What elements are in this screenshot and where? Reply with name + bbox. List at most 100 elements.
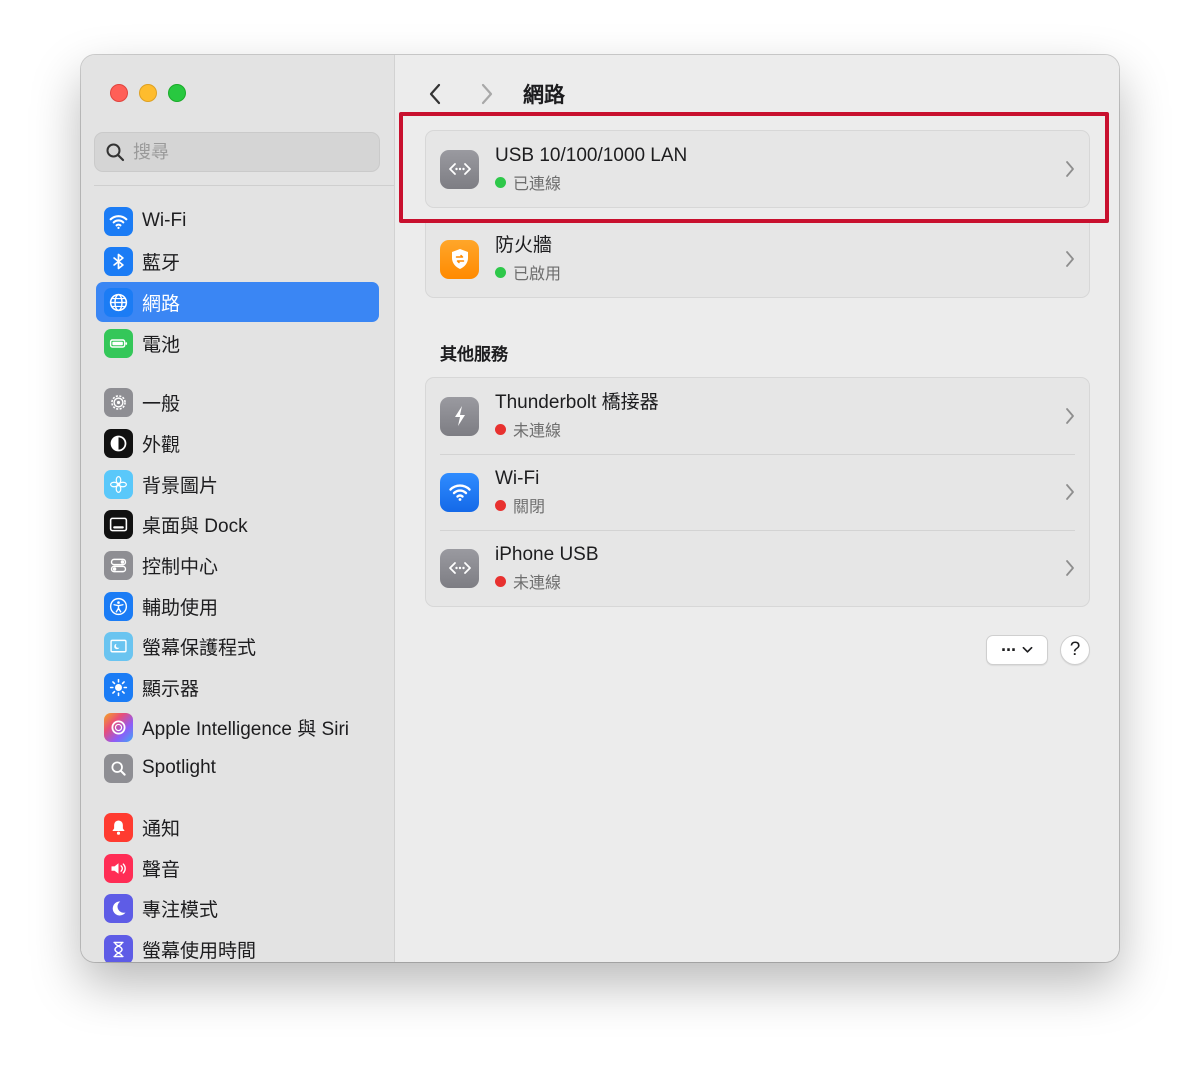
service-text: Wi-Fi 關閉 (495, 467, 545, 517)
sidebar-item-control-center[interactable]: 控制中心 (96, 545, 379, 585)
wifi-icon (440, 472, 479, 512)
help-button[interactable]: ? (1060, 635, 1090, 665)
chevron-right-icon (1066, 484, 1074, 500)
thunderbolt-icon (440, 396, 479, 436)
sidebar-item-notifications[interactable]: 通知 (96, 807, 379, 847)
chevron-right-icon (1066, 161, 1074, 177)
sidebar-item-label: 通知 (142, 818, 181, 840)
sidebar-item-desktop-dock[interactable]: 桌面與 Dock (96, 504, 379, 544)
page-title: 網路 (523, 84, 565, 107)
service-title: iPhone USB (495, 544, 599, 565)
service-title: Thunderbolt 橋接器 (495, 392, 659, 413)
chevron-right-icon (1066, 408, 1074, 424)
sidebar-item-accessibility[interactable]: 輔助使用 (96, 586, 379, 626)
sidebar-item-label: Spotlight (142, 757, 216, 778)
more-actions-button[interactable]: ··· (986, 635, 1048, 665)
chevron-left-icon (429, 83, 441, 105)
sidebar-item-appearance[interactable]: 外觀 (96, 423, 379, 463)
sidebar-item-label: 桌面與 Dock (142, 515, 248, 537)
battery-icon (104, 328, 133, 358)
sidebar-item-wifi[interactable]: Wi-Fi (96, 201, 379, 241)
firewall-icon (440, 239, 479, 279)
minimize-window-button[interactable] (139, 84, 157, 102)
service-title: Wi-Fi (495, 468, 540, 489)
sidebar-item-displays[interactable]: 顯示器 (96, 667, 379, 707)
dock-icon (104, 509, 133, 539)
sidebar-item-general[interactable]: 一般 (96, 382, 379, 422)
service-status: 已啟用 (495, 260, 561, 284)
back-button[interactable] (424, 80, 446, 108)
sidebar-item-label: 專注模式 (142, 899, 219, 921)
ellipsis-icon: ··· (1001, 640, 1017, 660)
status-dot-enabled (495, 266, 506, 278)
sidebar-item-label: 輔助使用 (142, 597, 219, 619)
service-status: 未連線 (495, 569, 599, 593)
sidebar-divider (94, 185, 394, 186)
status-dot-disconnected (495, 423, 506, 435)
appearance-icon (104, 428, 133, 458)
status-text: 未連線 (513, 575, 562, 592)
service-status: 關閉 (495, 493, 545, 517)
service-row-iphone-usb[interactable]: iPhone USB 未連線 (426, 530, 1089, 606)
sidebar-item-label: 螢幕保護程式 (142, 637, 257, 659)
service-row-wifi[interactable]: Wi-Fi 關閉 (426, 454, 1089, 530)
moon-icon (104, 893, 133, 923)
search-icon (106, 143, 125, 162)
section-title-other-services: 其他服務 (440, 345, 508, 364)
sidebar-item-label: 一般 (142, 393, 181, 415)
bluetooth-icon (104, 246, 133, 276)
network-pane: 網路 USB 10/100/1000 LAN 已連線 防火牆 已啟用 其他服務 … (396, 55, 1119, 962)
service-row-usb-lan[interactable]: USB 10/100/1000 LAN 已連線 (426, 131, 1089, 207)
status-dot-disconnected (495, 575, 506, 587)
wifi-icon (104, 206, 133, 236)
other-services-card: Thunderbolt 橋接器 未連線 Wi-Fi 關閉 iPhone USB … (425, 377, 1090, 607)
status-dot-off (495, 499, 506, 511)
sidebar-item-screen-time[interactable]: 螢幕使用時間 (96, 929, 379, 962)
chevron-right-icon (1066, 560, 1074, 576)
forward-button[interactable] (476, 80, 498, 108)
service-status: 已連線 (495, 170, 687, 194)
search-input[interactable] (133, 141, 373, 163)
service-row-thunderbolt[interactable]: Thunderbolt 橋接器 未連線 (426, 378, 1089, 454)
sidebar-item-spotlight[interactable]: Spotlight (96, 748, 379, 788)
chevron-right-icon (1066, 251, 1074, 267)
sidebar-item-sound[interactable]: 聲音 (96, 848, 379, 888)
sun-icon (104, 672, 133, 702)
chevron-right-icon (481, 83, 493, 105)
sidebar-item-label: 背景圖片 (142, 475, 219, 497)
speaker-icon (104, 853, 133, 883)
sidebar-item-label: 顯示器 (142, 678, 200, 700)
sidebar-item-label: Apple Intelligence 與 Siri (142, 718, 349, 740)
sidebar-item-label: 藍牙 (142, 252, 181, 274)
close-window-button[interactable] (110, 84, 128, 102)
service-row-firewall[interactable]: 防火牆 已啟用 (426, 221, 1089, 297)
sidebar-item-wallpaper[interactable]: 背景圖片 (96, 464, 379, 504)
accessibility-icon (104, 591, 133, 621)
status-dot-connected (495, 176, 506, 188)
search-field[interactable] (94, 132, 380, 172)
service-status: 未連線 (495, 417, 659, 441)
service-title: 防火牆 (495, 235, 553, 256)
sidebar-item-battery[interactable]: 電池 (96, 323, 379, 363)
status-text: 已連線 (513, 176, 562, 193)
service-text: USB 10/100/1000 LAN 已連線 (495, 144, 687, 194)
screensaver-icon (104, 631, 133, 661)
siri-icon (104, 712, 133, 742)
magnifier-icon (104, 753, 133, 783)
window-controls (110, 84, 186, 102)
sidebar-item-siri[interactable]: Apple Intelligence 與 Siri (96, 707, 379, 747)
sidebar-item-bluetooth[interactable]: 藍牙 (96, 241, 379, 281)
sidebar-item-label: 聲音 (142, 859, 181, 881)
sidebar-item-label: 網路 (142, 293, 181, 315)
bell-icon (104, 812, 133, 842)
lan-card: USB 10/100/1000 LAN 已連線 (425, 130, 1090, 208)
sidebar-item-screen-saver[interactable]: 螢幕保護程式 (96, 626, 379, 666)
service-text: 防火牆 已啟用 (495, 234, 561, 284)
zoom-window-button[interactable] (168, 84, 186, 102)
ethernet-icon (440, 149, 479, 189)
sidebar-item-network[interactable]: 網路 (96, 282, 379, 322)
sidebar-item-focus[interactable]: 專注模式 (96, 888, 379, 928)
sidebar-item-label: 外觀 (142, 434, 181, 456)
hourglass-icon (104, 934, 133, 962)
status-text: 未連線 (513, 423, 562, 440)
